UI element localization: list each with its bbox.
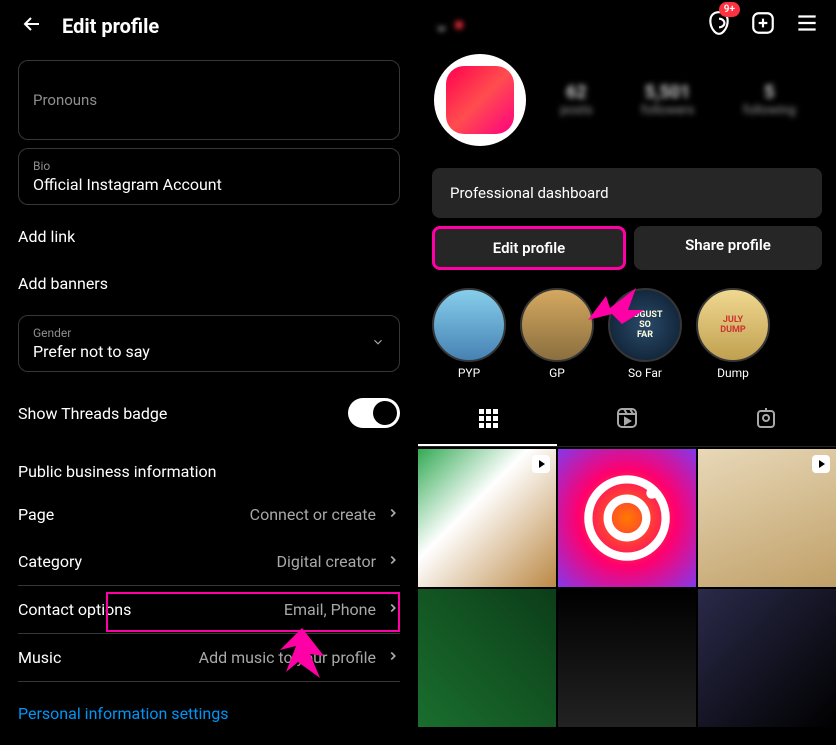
threads-badge-label: Show Threads badge — [18, 404, 167, 423]
posts-label: posts — [560, 103, 592, 118]
page-value: Connect or create — [250, 505, 376, 524]
chevron-right-icon — [386, 600, 400, 619]
contact-value: Email, Phone — [284, 600, 376, 619]
highlight-cover: JULYDUMP — [696, 288, 770, 362]
avatar-image — [446, 66, 514, 134]
highlight-item[interactable]: GP — [520, 288, 594, 380]
music-label: Music — [18, 648, 61, 667]
chevron-right-icon — [386, 648, 400, 667]
toggle-knob — [373, 401, 397, 425]
post-thumbnail[interactable] — [558, 449, 696, 587]
chevron-down-icon: ⌄ — [434, 15, 449, 36]
create-post-icon[interactable] — [750, 10, 776, 40]
posts-count: 62 — [560, 82, 592, 103]
back-arrow-icon[interactable] — [20, 12, 44, 40]
profile-tabs — [418, 396, 836, 447]
profile-panel: ⌄ 9+ — [418, 0, 836, 712]
post-thumbnail[interactable] — [698, 589, 836, 727]
music-row[interactable]: Music Add music to your profile — [0, 634, 418, 681]
chevron-down-icon — [371, 334, 385, 353]
reel-badge-icon — [532, 455, 550, 473]
highlight-label: Dump — [696, 366, 770, 380]
tab-reels[interactable] — [557, 396, 696, 446]
post-thumbnail[interactable] — [418, 449, 556, 587]
bio-field[interactable]: Bio Official Instagram Account — [18, 148, 400, 205]
posts-stat[interactable]: 62 posts — [560, 82, 592, 118]
threads-icon[interactable]: 9+ — [706, 10, 732, 40]
edit-profile-label: Edit profile — [493, 239, 565, 257]
followers-label: followers — [641, 103, 694, 118]
dashboard-label: Professional dashboard — [450, 184, 609, 202]
followers-stat[interactable]: 5,501 followers — [641, 82, 694, 118]
highlight-label: PYP — [432, 366, 506, 380]
share-profile-button[interactable]: Share profile — [634, 226, 822, 270]
add-banners-row[interactable]: Add banners — [0, 260, 418, 307]
profile-buttons-row: Edit profile Share profile — [432, 226, 822, 270]
highlight-item[interactable]: JULYDUMP Dump — [696, 288, 770, 380]
followers-count: 5,501 — [641, 82, 694, 103]
avatar[interactable] — [434, 54, 526, 146]
pronouns-field[interactable]: Pronouns — [18, 60, 400, 140]
following-stat[interactable]: 5 following — [743, 82, 796, 118]
annotation-arrow-icon — [588, 280, 648, 330]
notification-dot-icon — [455, 21, 463, 29]
following-count: 5 — [743, 82, 796, 103]
edit-profile-button[interactable]: Edit profile — [432, 226, 626, 270]
post-thumbnail[interactable] — [698, 449, 836, 587]
highlight-cover — [432, 288, 506, 362]
tab-tagged[interactable] — [697, 396, 836, 446]
share-profile-label: Share profile — [685, 236, 771, 254]
chevron-right-icon — [386, 505, 400, 524]
contact-label: Contact options — [18, 600, 131, 619]
edit-profile-header: Edit profile — [0, 0, 418, 52]
username-dropdown[interactable]: ⌄ — [434, 15, 463, 36]
contact-options-row[interactable]: Contact options Email, Phone — [0, 586, 418, 633]
gender-label: Gender — [33, 326, 150, 340]
hamburger-menu-icon[interactable] — [794, 10, 820, 40]
category-value: Digital creator — [276, 552, 376, 571]
annotation-arrow-icon — [280, 628, 340, 688]
following-label: following — [743, 103, 796, 118]
gender-value: Prefer not to say — [33, 342, 150, 361]
page-label: Page — [18, 505, 54, 524]
notification-badge: 9+ — [719, 2, 740, 17]
profile-stats-row: 62 posts 5,501 followers 5 following — [418, 46, 836, 162]
profile-top-bar: ⌄ 9+ — [418, 0, 836, 46]
chevron-right-icon — [386, 552, 400, 571]
professional-dashboard-row[interactable]: Professional dashboard — [432, 168, 822, 218]
category-row[interactable]: Category Digital creator — [0, 538, 418, 585]
category-label: Category — [18, 552, 82, 571]
tab-grid[interactable] — [418, 396, 557, 446]
public-business-info-title: Public business information — [0, 446, 418, 491]
bio-label: Bio — [33, 159, 385, 173]
add-link-row[interactable]: Add link — [0, 213, 418, 260]
bio-value: Official Instagram Account — [33, 175, 385, 194]
personal-info-settings-link[interactable]: Personal information settings — [0, 682, 418, 745]
highlight-label: So Far — [608, 366, 682, 380]
posts-grid — [418, 449, 836, 727]
edit-profile-panel: Edit profile Pronouns Bio Official Insta… — [0, 0, 418, 712]
post-thumbnail[interactable] — [418, 589, 556, 727]
threads-badge-row: Show Threads badge — [0, 380, 418, 446]
post-thumbnail[interactable] — [558, 589, 696, 727]
threads-badge-toggle[interactable] — [348, 398, 400, 428]
pronouns-label: Pronouns — [33, 71, 385, 129]
highlight-label: GP — [520, 366, 594, 380]
edit-profile-title: Edit profile — [62, 14, 159, 38]
highlight-item[interactable]: PYP — [432, 288, 506, 380]
page-row[interactable]: Page Connect or create — [0, 491, 418, 538]
highlight-cover — [520, 288, 594, 362]
gender-field[interactable]: Gender Prefer not to say — [18, 315, 400, 372]
reel-badge-icon — [812, 455, 830, 473]
